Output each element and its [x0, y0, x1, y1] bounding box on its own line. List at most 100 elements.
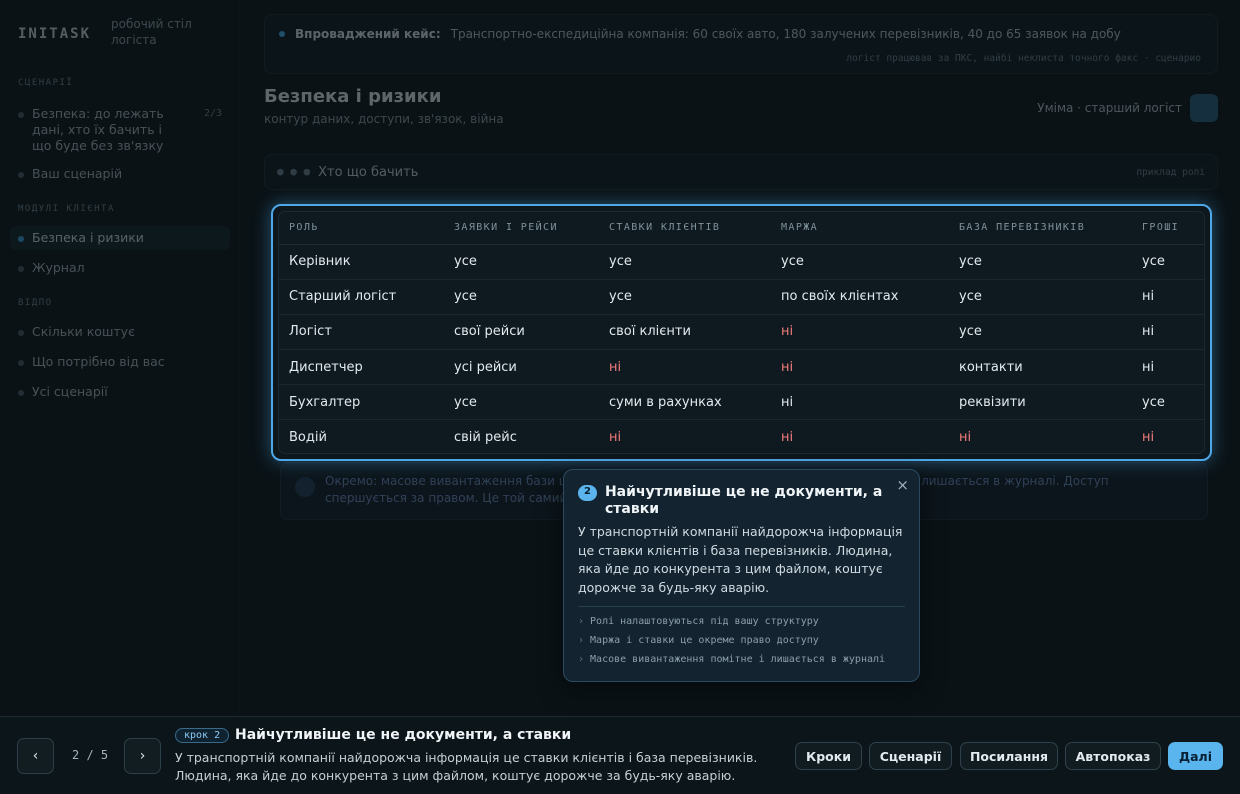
bullet-icon: [18, 390, 24, 396]
chevron-right-icon: ›: [578, 635, 585, 646]
table-row: Водій свій рейс ні ні ні ні: [279, 420, 1204, 453]
section-meta: приклад ролі: [1136, 167, 1205, 178]
banner-text: Транспортно-експедиційна компанія: 60 св…: [450, 27, 1121, 41]
sidebar-item-journal[interactable]: Журнал: [10, 256, 230, 280]
column-header: БАЗА ПЕРЕВІЗНИКІВ: [949, 212, 1132, 245]
role-name-cell: Логіст: [279, 314, 444, 351]
access-cell: ні: [771, 349, 949, 386]
sidebar-item-label: Скільки коштує: [32, 324, 135, 339]
access-cell: ні: [1142, 430, 1155, 446]
access-cell: реквізити: [949, 384, 1132, 421]
access-cell: свій рейс: [454, 430, 517, 446]
sidebar-item-all-scenarios[interactable]: Усі сценарії: [10, 380, 230, 404]
chevron-right-icon: ›: [139, 748, 146, 764]
app-logo-subtitle: робочий стіл логіста: [111, 17, 192, 47]
divider: [578, 606, 905, 607]
bullet-icon: [18, 360, 24, 366]
column-header: ЗАЯВКИ І РЕЙСИ: [444, 212, 599, 245]
prev-step-button[interactable]: ‹: [17, 738, 54, 774]
bullet-text: Ролі налаштовуються під вашу структуру: [590, 616, 819, 627]
access-cell: усі рейси: [444, 349, 599, 386]
step-popover: × 2 Найчутливіше це не документи, а став…: [563, 469, 920, 682]
step-number-badge: 2: [578, 485, 597, 501]
step-title: Найчутливіше це не документи, а ставки: [235, 727, 572, 743]
access-cell: усе: [444, 384, 599, 421]
steps-button[interactable]: Кроки: [795, 742, 862, 770]
sidebar-item-label: Журнал: [32, 260, 85, 275]
sidebar-item-security-scenario[interactable]: Безпека: до лежать дані, хто їх бачить і…: [10, 102, 230, 158]
bullet-text: Масове вивантаження помітне і лишається …: [590, 654, 886, 665]
sidebar: INITASK робочий стіл логіста СЦЕНАРІЇ Бе…: [0, 0, 240, 716]
step-description: У транспортній компанії найдорожча інфор…: [175, 750, 758, 783]
page-title: Безпека і ризики: [264, 86, 442, 107]
role-picker-label: Уміма · старший логіст: [1037, 101, 1182, 115]
access-cell: ні: [1132, 279, 1204, 315]
close-icon[interactable]: ×: [896, 476, 909, 494]
user-icon[interactable]: [1190, 94, 1218, 122]
access-matrix: РОЛЬ ЗАЯВКИ І РЕЙСИ СТАВКИ КЛІЄНТІВ МАРЖА БА…: [278, 211, 1205, 454]
sidebar-item-label: Безпека і ризики: [32, 230, 144, 245]
access-cell: усе: [599, 279, 771, 315]
access-cell: ні: [781, 430, 794, 446]
access-cell: ні: [771, 314, 949, 351]
access-cell: ні: [959, 430, 972, 446]
access-cell: усе: [1132, 384, 1204, 421]
links-button[interactable]: Посилання: [960, 742, 1058, 770]
access-table: РОЛЬ ЗАЯВКИ І РЕЙСИ СТАВКИ КЛІЄНТІВ МАРЖА БА…: [279, 212, 1204, 453]
bullet-icon: [18, 112, 24, 118]
sidebar-item-count: 2/3: [203, 108, 222, 119]
popover-title: Найчутливіше це не документи, а ставки: [604, 484, 883, 517]
popover-bullet: › Маржа і ставки це окреме право доступу: [578, 635, 819, 646]
sidebar-section-title: СЦЕНАРІЇ: [18, 78, 74, 88]
role-name-cell: Керівник: [279, 244, 444, 280]
access-matrix-highlight: РОЛЬ ЗАЯВКИ І РЕЙСИ СТАВКИ КЛІЄНТІВ МАРЖА БА…: [271, 204, 1212, 461]
app-logo: INITASK: [18, 26, 92, 42]
sidebar-item-requirements[interactable]: Що потрібно від вас: [10, 350, 230, 374]
section-header: ● ● ● Хто що бачить приклад ролі: [264, 154, 1218, 190]
sidebar-item-label: Усі сценарії: [32, 384, 108, 399]
sidebar-item-security[interactable]: Безпека і ризики: [10, 226, 230, 250]
sidebar-item-label: Ваш сценарій: [32, 166, 123, 181]
bullet-icon: [18, 330, 24, 336]
scenarios-button[interactable]: Сценарії: [869, 742, 952, 770]
bullet-icon: [18, 266, 24, 272]
access-cell: суми в рахунках: [599, 384, 771, 421]
popover-bullet: › Ролі налаштовуються під вашу структуру: [578, 616, 819, 627]
popover-bullet: › Масове вивантаження помітне і лишаєтьс…: [578, 654, 885, 665]
window-dots-icon: ● ● ●: [277, 165, 311, 178]
access-cell: усе: [771, 244, 949, 280]
table-row: Бухгалтер усе суми в рахунках ні реквізити ус…: [279, 384, 1204, 421]
case-banner: Впроваджений кейс: Транспортно-експедиці…: [264, 14, 1218, 74]
bullet-text: Маржа і ставки це окреме право доступу: [590, 635, 819, 646]
next-step-arrow-button[interactable]: ›: [124, 738, 161, 774]
step-tag: крок 2: [175, 728, 230, 743]
table-row: Керівник усе усе усе усе усе: [279, 244, 1204, 280]
table-row: Диспетчер усі рейси ні ні контакти ні: [279, 349, 1204, 386]
access-cell: ні: [1132, 314, 1204, 351]
chevron-left-icon: ‹: [32, 748, 39, 764]
access-cell: усе: [1132, 244, 1204, 280]
role-name-cell: Диспетчер: [279, 349, 444, 386]
next-button[interactable]: Далі: [1168, 742, 1223, 770]
role-name-cell: Водій: [289, 430, 327, 446]
sidebar-item-pricing[interactable]: Скільки коштує: [10, 320, 230, 344]
page-subtitle: контур даних, доступи, зв'язок, війна: [264, 112, 504, 126]
column-header: РОЛЬ: [279, 212, 444, 245]
sidebar-item-your-scenario[interactable]: Ваш сценарій: [10, 162, 230, 186]
access-cell: контакти: [949, 349, 1132, 386]
chevron-right-icon: ›: [578, 654, 585, 665]
sidebar-item-label: Що потрібно від вас: [32, 354, 165, 369]
role-picker[interactable]: Уміма · старший логіст: [1037, 94, 1218, 122]
table-header-row: РОЛЬ ЗАЯВКИ І РЕЙСИ СТАВКИ КЛІЄНТІВ МАРЖА БА…: [279, 212, 1204, 245]
page-header: Безпека і ризики контур даних, доступи, …: [264, 86, 504, 126]
access-cell: усе: [444, 244, 599, 280]
sidebar-section-title: МОДУЛІ КЛІЄНТА: [18, 204, 115, 214]
banner-meta: логіст працював за ПКС, найбі неклиста т…: [846, 53, 1201, 64]
access-cell: усе: [599, 244, 771, 280]
autoplay-button[interactable]: Автопоказ: [1065, 742, 1161, 770]
access-cell: по своїх клієнтах: [771, 279, 949, 315]
tour-controls-bar: ‹ 2 / 5 › крок 2 Найчутливіше це не доку…: [0, 716, 1240, 794]
step-counter: 2 / 5: [72, 748, 109, 762]
table-row: Старший логіст усе усе по своїх клієнтах усе…: [279, 279, 1204, 315]
sidebar-section-title: ВІДПО: [18, 298, 53, 308]
